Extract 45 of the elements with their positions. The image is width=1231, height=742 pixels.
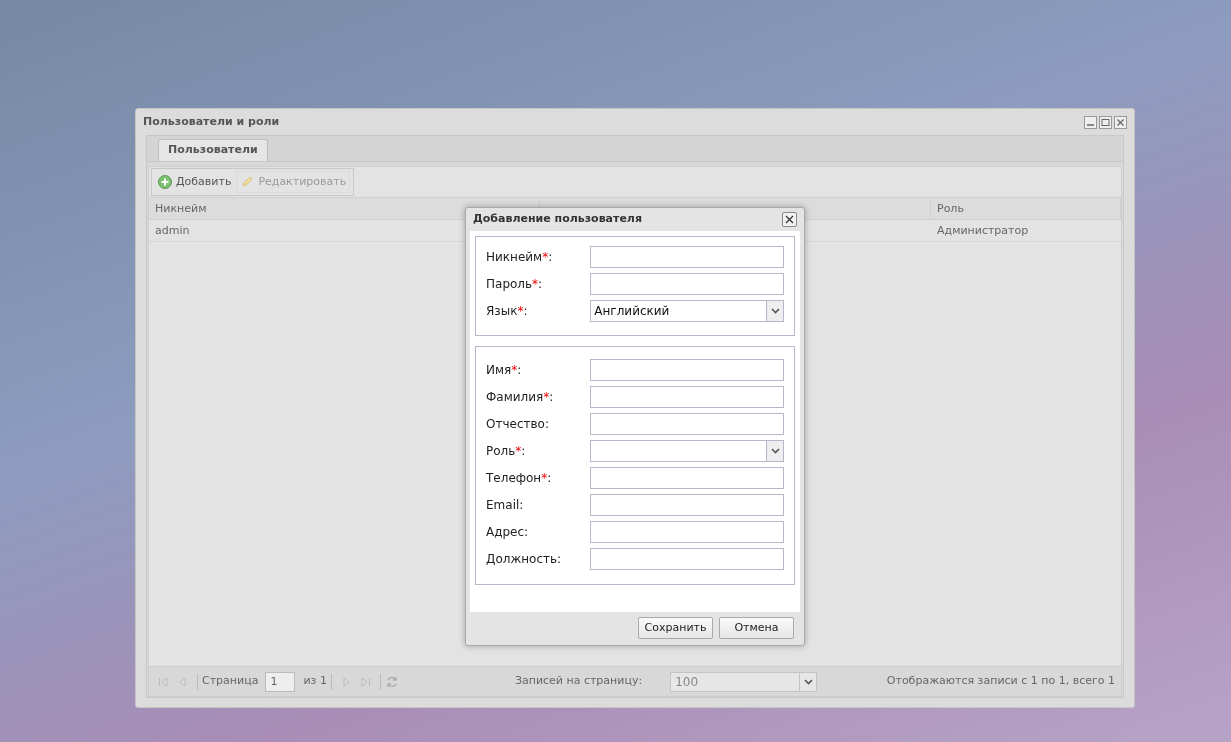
maximize-icon[interactable] bbox=[1099, 115, 1112, 129]
close-button[interactable] bbox=[782, 212, 797, 227]
page-count: из 1 bbox=[303, 673, 327, 690]
pencil-icon bbox=[240, 175, 255, 189]
dropdown-field[interactable] bbox=[590, 439, 784, 462]
text-field[interactable] bbox=[590, 412, 784, 435]
minimize-icon[interactable] bbox=[1084, 115, 1097, 129]
dropdown-field[interactable]: Английский bbox=[590, 299, 784, 322]
cancel-button[interactable]: Отмена bbox=[719, 617, 794, 639]
field-label: Имя*: bbox=[486, 361, 523, 379]
text-field[interactable] bbox=[590, 520, 784, 543]
field-label: Отчество: bbox=[486, 415, 550, 433]
records-summary: Отображаются записи с 1 по 1, всего 1 bbox=[886, 673, 1115, 690]
save-button[interactable]: Сохранить bbox=[638, 617, 713, 639]
text-field[interactable] bbox=[590, 547, 784, 570]
window-title: Пользователи и роли bbox=[143, 113, 281, 130]
field-label: Должность: bbox=[486, 550, 563, 568]
text-field[interactable] bbox=[590, 385, 784, 408]
column-header[interactable]: Роль bbox=[931, 198, 1121, 219]
field-label: Роль*: bbox=[486, 442, 527, 460]
tab[interactable]: Пользователи bbox=[158, 139, 268, 161]
text-field[interactable] bbox=[590, 245, 784, 268]
field-label: Фамилия*: bbox=[486, 388, 555, 406]
field-label: Адрес: bbox=[486, 523, 530, 541]
close-icon[interactable] bbox=[1114, 115, 1127, 129]
per-page-label: Записей на страницу: bbox=[514, 673, 643, 690]
page-label: Страница bbox=[202, 673, 259, 690]
field-label: Никнейм*: bbox=[486, 248, 554, 266]
text-field[interactable] bbox=[590, 466, 784, 489]
field-label: Телефон*: bbox=[486, 469, 553, 487]
table-cell-text: Администратор bbox=[936, 223, 1030, 239]
field-label: Язык*: bbox=[486, 302, 529, 320]
add-button[interactable]: Добавить bbox=[155, 171, 235, 193]
plus-icon bbox=[158, 175, 172, 189]
text-field[interactable] bbox=[590, 272, 784, 295]
table-cell-text: admin bbox=[154, 223, 191, 239]
caret-icon bbox=[770, 447, 780, 454]
refresh-icon[interactable] bbox=[384, 674, 399, 689]
caret-icon bbox=[803, 678, 813, 685]
text-field[interactable] bbox=[590, 493, 784, 516]
text-field[interactable] bbox=[590, 358, 784, 381]
caret-icon bbox=[770, 307, 780, 314]
page-field[interactable]: 1 bbox=[265, 671, 296, 692]
field-label: Пароль*: bbox=[486, 275, 544, 293]
field-label: Email: bbox=[486, 496, 525, 514]
